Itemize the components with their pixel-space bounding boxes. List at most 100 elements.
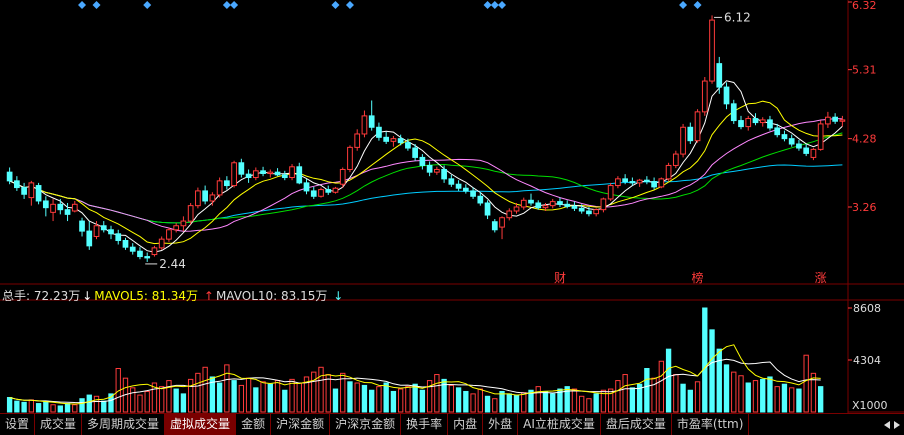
volume-bar xyxy=(789,387,795,413)
tab-virtual-volume[interactable]: 虚拟成交量 xyxy=(165,414,237,435)
volume-bar xyxy=(774,386,780,413)
candle-body xyxy=(441,168,447,180)
top-event-diamond-icon xyxy=(483,1,492,9)
price-axis-label: 3.26 xyxy=(852,201,877,214)
tab-pe-ttm[interactable]: 市盈率(ttm) xyxy=(672,414,750,435)
candle-body xyxy=(318,189,324,197)
volume-bar xyxy=(571,388,578,413)
candle-body xyxy=(354,133,361,148)
candle-body xyxy=(825,116,831,125)
ma20-line xyxy=(9,117,843,232)
candle-body xyxy=(50,203,56,213)
volume-bar xyxy=(644,368,650,413)
candle-body xyxy=(687,126,694,142)
candle-body xyxy=(397,138,404,144)
ma60-line xyxy=(9,164,843,224)
candle-body xyxy=(108,229,114,235)
tab-turnover[interactable]: 换手率 xyxy=(401,414,449,435)
volume-bar xyxy=(781,383,788,413)
ma10-line xyxy=(9,100,843,245)
volume-bar xyxy=(723,364,730,413)
candle-body xyxy=(767,119,773,129)
candle-body xyxy=(455,183,462,189)
volume-bar xyxy=(760,378,766,413)
candle-body xyxy=(28,182,35,199)
candle-body xyxy=(542,205,549,209)
top-event-diamond-icon xyxy=(498,1,507,9)
candle-body xyxy=(173,225,180,231)
candle-body xyxy=(615,178,621,187)
scroll-right-icon[interactable] xyxy=(894,420,900,429)
kline-chart-area[interactable]: 6.32 5.31 4.28 3.26 8608 4304 X1000 6.12 2.44 财 榜 涨… xyxy=(0,0,904,413)
volume-bar xyxy=(817,386,824,413)
candle-body xyxy=(383,136,390,142)
volume-bar xyxy=(79,398,85,413)
tab-volume[interactable]: 成交量 xyxy=(35,414,83,435)
volume-bar xyxy=(709,329,715,413)
volume-bar xyxy=(434,374,440,413)
tab-bar-spacer xyxy=(749,414,880,435)
volume-bar xyxy=(535,386,541,413)
volume-unit-label: X1000 xyxy=(852,399,888,412)
tab-after-hours-volume[interactable]: 盘后成交量 xyxy=(601,414,672,435)
candle-body xyxy=(216,180,223,196)
volume-bar xyxy=(615,380,621,413)
candle-body xyxy=(390,138,397,142)
volume-bar xyxy=(702,307,708,413)
volume-bar xyxy=(369,389,375,413)
volume-bar xyxy=(738,375,744,413)
volume-bar xyxy=(159,386,165,413)
volume-bar xyxy=(673,374,679,413)
candle-body xyxy=(267,171,274,174)
up-arrow-icon: ↑ xyxy=(203,289,214,303)
volume-bar xyxy=(579,395,585,413)
tab-multi-period-volume[interactable]: 多周期成交量 xyxy=(82,414,166,435)
candle-body xyxy=(325,189,332,193)
candle-body xyxy=(672,153,679,166)
volume-bar xyxy=(492,398,498,413)
volume-bar xyxy=(521,392,527,413)
tab-outer-volume[interactable]: 外盘 xyxy=(483,414,519,435)
top-event-diamond-icon xyxy=(679,1,688,9)
tab-ai-volume[interactable]: AI立桩成交量 xyxy=(518,414,601,435)
candle-body xyxy=(209,194,216,202)
tab-scroll-controls xyxy=(880,414,904,435)
price-axis-label: 5.31 xyxy=(852,64,877,77)
candle-body xyxy=(202,190,208,202)
volume-bar xyxy=(173,388,179,413)
candle-body xyxy=(296,166,303,184)
volume-bar xyxy=(43,400,49,413)
candle-body xyxy=(477,195,484,204)
volume-bar xyxy=(130,387,136,413)
candle-body xyxy=(701,80,708,113)
ma5-line xyxy=(9,80,843,253)
mavol5-label: MAVOL5: 81.34万 xyxy=(94,289,199,303)
tab-hsj-amount[interactable]: 沪深京金额 xyxy=(330,414,402,435)
candle-body xyxy=(21,187,27,195)
volume-bar xyxy=(35,403,42,413)
candle-body xyxy=(332,187,339,193)
volume-bar xyxy=(187,378,194,413)
candle-body xyxy=(137,250,143,258)
volume-bar xyxy=(622,374,628,413)
candle-body xyxy=(658,178,665,188)
candle-body xyxy=(832,116,838,122)
volume-bar xyxy=(180,393,187,413)
volume-bar xyxy=(499,390,505,413)
volume-bar xyxy=(202,366,208,413)
volume-bar xyxy=(86,394,92,413)
volume-bar xyxy=(354,382,360,413)
tab-hs-amount[interactable]: 沪深金额 xyxy=(271,414,331,435)
top-event-diamond-icon xyxy=(143,1,152,9)
volume-bar xyxy=(455,387,462,413)
tab-amount[interactable]: 金额 xyxy=(236,414,272,435)
volume-bar xyxy=(586,398,592,413)
volume-bar xyxy=(716,348,722,413)
scroll-left-icon[interactable] xyxy=(884,420,890,429)
volume-bar xyxy=(390,390,397,413)
tab-settings[interactable]: 设置 xyxy=(0,414,36,435)
candle-body xyxy=(405,142,411,149)
kline-chart-svg[interactable]: 6.32 5.31 4.28 3.26 8608 4304 X1000 6.12 2.44 财 榜 涨 xyxy=(0,0,904,413)
tab-inner-volume[interactable]: 内盘 xyxy=(448,414,484,435)
volume-bar xyxy=(564,386,570,413)
